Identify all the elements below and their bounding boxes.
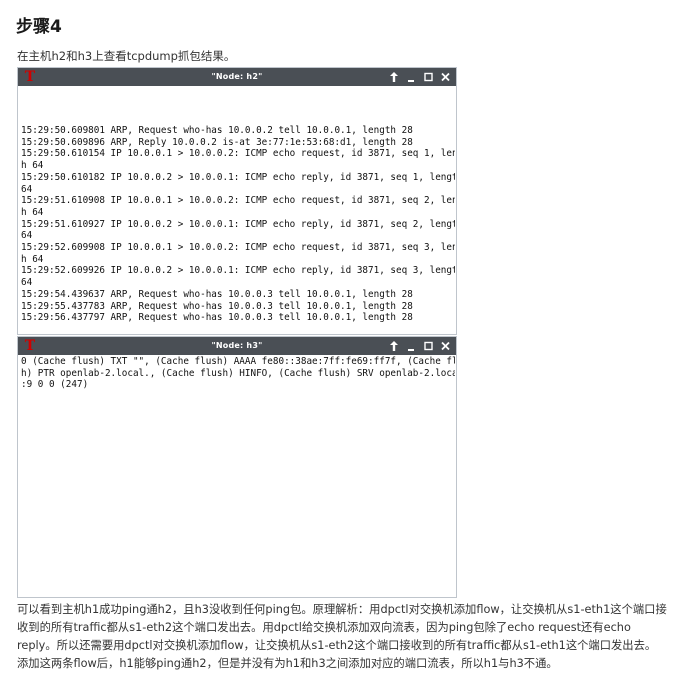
minimize-icon[interactable] xyxy=(406,70,416,84)
terminal-line: :9 0 0 (247) xyxy=(21,379,89,391)
explanation-paragraph: 可以看到主机h1成功ping通h2，且h3没收到任何ping包。原理解析：用dp… xyxy=(17,603,667,670)
terminal-line: 15:29:52.609926 IP 10.0.0.2 > 10.0.0.1: … xyxy=(21,265,455,277)
terminal-window-h3[interactable]: T "Node: h3" 0 (Cache flush) TXT "", (Ca… xyxy=(17,336,457,598)
arrow-up-icon[interactable] xyxy=(389,70,399,84)
terminal-output-h3[interactable]: 0 (Cache flush) TXT "", (Cache flush) AA… xyxy=(19,356,455,597)
terminal-line: h 64 xyxy=(21,253,44,265)
arrow-up-icon[interactable] xyxy=(389,339,399,353)
intro-text: 在主机h2和h3上查看tcpdump抓包结果。 xyxy=(17,49,236,63)
maximize-icon[interactable] xyxy=(423,70,433,84)
terminal-line: 0 (Cache flush) TXT "", (Cache flush) AA… xyxy=(21,356,455,367)
terminal-line: 15:29:56.437797 ARP, Request who-has 10.… xyxy=(21,312,413,324)
terminal-line: 15:29:55.437783 ARP, Request who-has 10.… xyxy=(21,300,413,312)
terminal-output-h2[interactable]: 15:29:50.609801 ARP, Request who-has 10.… xyxy=(19,87,455,334)
step-heading: 步骤4 xyxy=(16,17,62,37)
terminal-line: 15:29:54.439637 ARP, Request who-has 10.… xyxy=(21,288,413,300)
close-icon[interactable] xyxy=(440,339,450,353)
terminal-line: h 64 xyxy=(21,206,44,218)
maximize-icon[interactable] xyxy=(423,339,433,353)
close-icon[interactable] xyxy=(440,70,450,84)
terminal-line: h 64 xyxy=(21,160,44,172)
terminal-line: h) PTR openlab-2.local., (Cache flush) H… xyxy=(21,367,455,379)
terminal-line: 15:29:51.610908 IP 10.0.0.1 > 10.0.0.2: … xyxy=(21,195,455,207)
terminal-line: 15:29:50.610154 IP 10.0.0.1 > 10.0.0.2: … xyxy=(21,148,455,160)
titlebar-h2[interactable]: T "Node: h2" xyxy=(18,68,456,86)
minimize-icon[interactable] xyxy=(406,339,416,353)
terminal-line: 64 xyxy=(21,277,33,289)
terminal-window-h2[interactable]: T "Node: h2" 15:29:50.609801 ARP, Reques… xyxy=(17,67,457,335)
terminal-line: 15:29:51.610927 IP 10.0.0.2 > 10.0.0.1: … xyxy=(21,218,455,230)
terminal-line: 15:29:52.609908 IP 10.0.0.1 > 10.0.0.2: … xyxy=(21,242,455,254)
terminal-line: 15:29:50.609801 ARP, Request who-has 10.… xyxy=(21,125,413,136)
terminal-line: 15:29:50.609896 ARP, Reply 10.0.0.2 is-a… xyxy=(21,136,413,148)
terminal-line: 64 xyxy=(21,183,33,195)
terminal-line: 15:29:50.610182 IP 10.0.0.2 > 10.0.0.1: … xyxy=(21,171,455,183)
terminal-line: 64 xyxy=(21,230,33,242)
titlebar-h3[interactable]: T "Node: h3" xyxy=(18,337,456,355)
